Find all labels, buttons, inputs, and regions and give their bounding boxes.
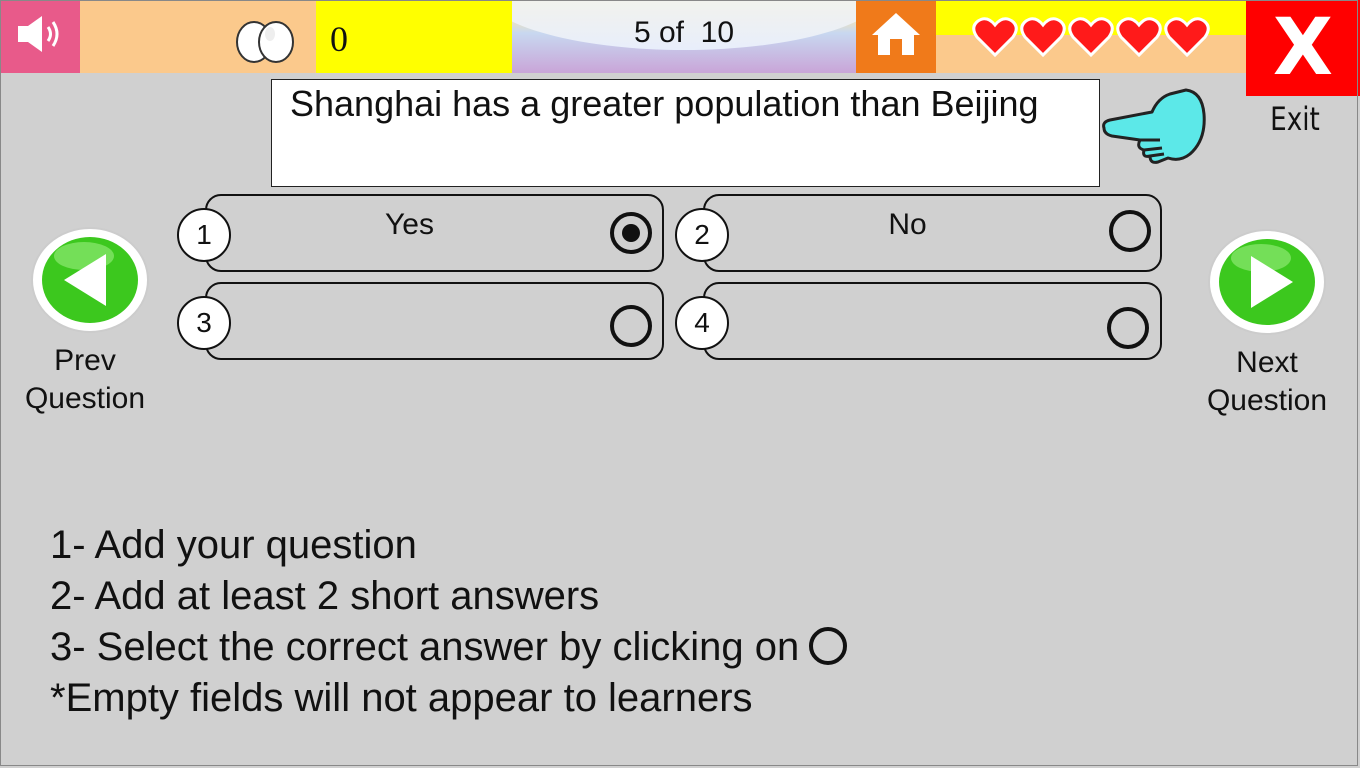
- answer-radio-4[interactable]: [1107, 307, 1149, 349]
- arrow-left-icon: [30, 227, 150, 338]
- heart-icon: [1164, 16, 1210, 57]
- heart-icon: [972, 16, 1018, 57]
- speaker-icon: [12, 12, 68, 61]
- sound-button[interactable]: [0, 0, 80, 73]
- answer-option-3[interactable]: [205, 282, 664, 360]
- arrow-right-icon: [1207, 229, 1327, 340]
- close-icon: X: [1272, 3, 1334, 93]
- eggs-icon: [230, 16, 302, 69]
- eggs-panel: [80, 0, 316, 73]
- question-input[interactable]: Shanghai has a greater population than B…: [271, 79, 1100, 187]
- answer-label: No: [888, 208, 927, 241]
- exit-button[interactable]: X: [1246, 0, 1360, 96]
- next-question-button[interactable]: [1207, 228, 1327, 341]
- instruction-line-4: *Empty fields will not appear to learner…: [50, 676, 753, 720]
- next-label-line1: Next: [1236, 346, 1298, 379]
- answer-radio-3[interactable]: [610, 305, 652, 347]
- instructions: 1- Add your question 2- Add at least 2 s…: [50, 520, 848, 724]
- answer-option-1[interactable]: Yes: [205, 194, 664, 272]
- heart-icon: [1068, 16, 1114, 57]
- radio-example-icon: [809, 627, 848, 666]
- heart-icon: [1116, 16, 1162, 57]
- answer-label: Yes: [385, 208, 434, 241]
- instruction-line-3-text: 3- Select the correct answer by clicking…: [50, 625, 800, 669]
- answer-number-4: 4: [675, 296, 729, 350]
- instruction-line-2: 2- Add at least 2 short answers: [50, 574, 600, 618]
- score-value: 0: [330, 19, 348, 59]
- question-progress: 5 of 10: [633, 16, 735, 49]
- lives-panel: [936, 0, 1246, 73]
- answer-radio-2[interactable]: [1109, 210, 1151, 252]
- instruction-line-3: 3- Select the correct answer by clicking…: [50, 622, 848, 673]
- heart-icon: [1020, 16, 1066, 57]
- prev-question-button[interactable]: [30, 226, 150, 339]
- prev-question-label: Prev Question: [10, 342, 160, 418]
- home-button[interactable]: [856, 0, 936, 73]
- prev-label-line1: Prev: [54, 344, 116, 377]
- answer-option-4[interactable]: [703, 282, 1162, 360]
- answer-radio-1[interactable]: [610, 212, 652, 254]
- selected-dot: [622, 224, 640, 242]
- answer-number-3: 3: [177, 296, 231, 350]
- answer-number-1: 1: [177, 208, 231, 262]
- question-text: Shanghai has a greater population than B…: [290, 83, 1039, 124]
- next-question-label: Next Question: [1192, 344, 1342, 420]
- home-icon: [870, 9, 922, 64]
- answer-option-2[interactable]: No: [703, 194, 1162, 272]
- answer-number-2: 2: [675, 208, 729, 262]
- instruction-line-1: 1- Add your question: [50, 523, 417, 567]
- pointing-hand-icon: [1098, 84, 1208, 173]
- next-label-line2: Question: [1206, 384, 1328, 417]
- exit-label: Exit: [1270, 100, 1320, 138]
- prev-label-line2: Question: [24, 382, 146, 415]
